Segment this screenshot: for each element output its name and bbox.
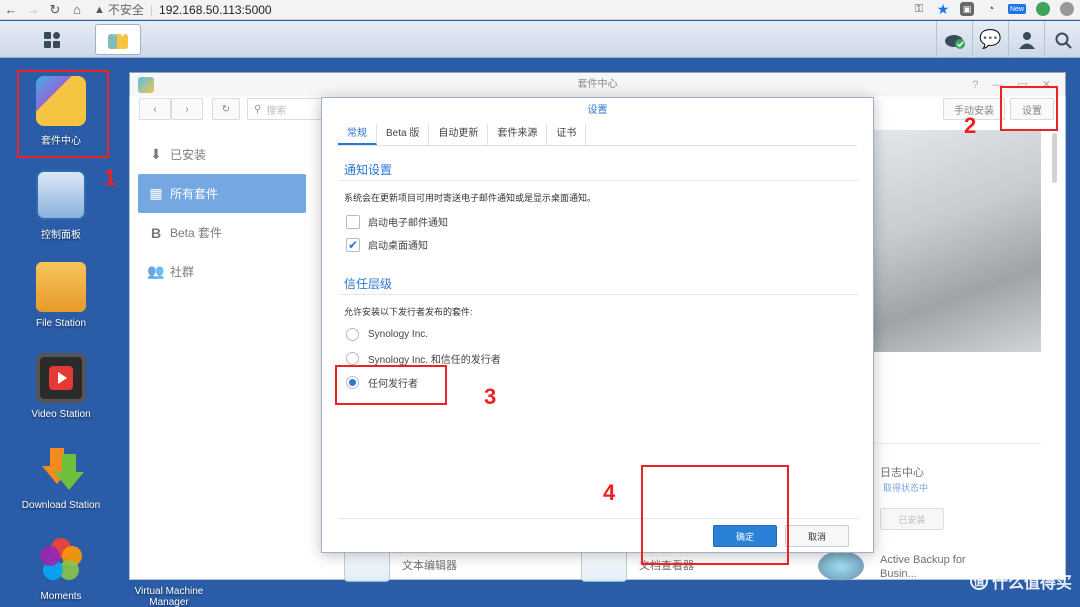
desktop-icon-label: Download Station: [21, 500, 101, 511]
desktop-icon-moments[interactable]: Moments: [8, 535, 114, 602]
desktop-icon-label: Virtual Machine Manager: [134, 586, 204, 607]
trust-description: 允许安装以下发行者发布的套件:: [344, 307, 473, 317]
dialog-title: 设置: [587, 105, 608, 116]
trust-option-trusted[interactable]: Synology Inc. 和信任的发行者: [346, 351, 501, 366]
package-center-taskbar-icon[interactable]: [95, 24, 141, 55]
new-badge-icon[interactable]: New: [1008, 4, 1026, 14]
home-icon[interactable]: ⌂: [66, 0, 88, 20]
checkmark-icon: ✔: [347, 237, 359, 252]
forward-icon[interactable]: →: [22, 0, 44, 20]
section-divider: [340, 180, 858, 181]
annotation-number-3: 3: [484, 384, 497, 409]
tab-beta[interactable]: Beta 版: [377, 124, 430, 145]
extension-icon[interactable]: ▣: [960, 2, 974, 16]
tab-general[interactable]: 常规: [338, 124, 377, 145]
desktop-notify-checkbox[interactable]: ✔: [346, 237, 360, 252]
option-label: Synology Inc.: [368, 329, 429, 340]
annotation-box-1: [17, 70, 109, 158]
security-label: 不安全: [107, 3, 144, 17]
help-icon[interactable]: ?: [972, 73, 978, 97]
trust-section-title: 信任层级: [344, 277, 393, 291]
settings-dialog: 设置 常规 Beta 版 自动更新 套件来源 证书 通知设置 系统会在更新项目可…: [321, 97, 874, 553]
tab-auto-update[interactable]: 自动更新: [429, 124, 489, 145]
folder-icon: [36, 262, 86, 312]
dsm-taskbar: 💬: [0, 21, 1080, 58]
email-notify-option[interactable]: 启动电子邮件通知: [346, 214, 448, 229]
reload-icon[interactable]: ↻: [44, 0, 66, 20]
chat-icon[interactable]: 💬: [972, 21, 1008, 58]
cancel-button[interactable]: 取消: [785, 525, 849, 547]
watermark-glyph: 值: [969, 572, 988, 590]
tab-package-source[interactable]: 套件来源: [488, 124, 548, 145]
url-text: 192.168.50.113:5000: [159, 2, 272, 17]
green-extension-icon[interactable]: [1036, 2, 1050, 16]
desktop-icon-virtual-machine-manager[interactable]: Virtual Machine Manager: [116, 586, 222, 607]
back-icon[interactable]: ←: [0, 0, 22, 20]
address-bar[interactable]: ▲ 不安全 | 192.168.50.113:5000: [94, 0, 272, 20]
desktop-icon-label: File Station: [35, 318, 87, 329]
option-label: 启动桌面通知: [368, 241, 428, 252]
notify-description: 系统会在更新项目可用时寄送电子邮件通知或是显示桌面通知。: [344, 193, 597, 203]
section-divider: [340, 294, 858, 295]
film-icon: [36, 353, 86, 403]
option-label: Synology Inc. 和信任的发行者: [368, 355, 501, 366]
package-center-icon: [138, 77, 154, 93]
window-titlebar[interactable]: 套件中心 ? — ▭ ✕: [130, 73, 1065, 97]
annotation-number-2: 2: [964, 113, 977, 138]
desktop-notify-option[interactable]: ✔ 启动桌面通知: [346, 237, 428, 252]
desktop-icon-video-station[interactable]: Video Station: [8, 353, 114, 420]
window-title: 套件中心: [577, 79, 618, 90]
option-label: 启动电子邮件通知: [368, 218, 448, 229]
browser-toolbar: ← → ↻ ⌂ ▲ 不安全 | 192.168.50.113:5000 ⚿ ★ …: [0, 0, 1080, 20]
search-icon[interactable]: [1044, 21, 1080, 58]
star-icon[interactable]: ★: [936, 1, 950, 17]
radio-trusted[interactable]: [346, 352, 359, 365]
sync-icon[interactable]: ◔: [984, 2, 998, 16]
desktop-icon-label: Moments: [40, 591, 82, 602]
desktop-icon-label: 控制面板: [41, 230, 81, 241]
desktop-icon-label: Video Station: [31, 409, 91, 420]
control-panel-icon: [36, 170, 86, 220]
moments-flower-icon: [36, 535, 86, 585]
taskbar-tray: 💬: [936, 21, 1080, 58]
warning-icon: ▲: [94, 3, 105, 16]
annotation-box-4: [641, 465, 789, 565]
notify-section-title: 通知设置: [344, 163, 393, 177]
download-arrow-icon: [36, 444, 86, 494]
desktop-icon-download-station[interactable]: Download Station: [8, 444, 114, 511]
annotation-box-2: [1000, 86, 1058, 131]
trust-option-synology[interactable]: Synology Inc.: [346, 328, 428, 341]
annotation-number-4: 4: [603, 480, 616, 505]
settings-tabs: 常规 Beta 版 自动更新 套件来源 证书: [338, 124, 857, 146]
desktop-icon-control-panel[interactable]: 控制面板: [8, 170, 114, 241]
cloud-status-icon[interactable]: [936, 21, 972, 58]
url-separator: |: [149, 2, 154, 17]
tab-certificate[interactable]: 证书: [547, 124, 587, 145]
email-notify-checkbox[interactable]: [346, 214, 360, 229]
desktop-icon-file-station[interactable]: File Station: [8, 262, 114, 329]
annotation-box-3: [335, 365, 447, 405]
watermark-text: 什么值得买: [991, 575, 1072, 592]
key-icon[interactable]: ⚿: [912, 2, 926, 16]
main-menu-icon[interactable]: [18, 26, 86, 54]
watermark: 值 什么值得买: [969, 569, 1072, 593]
extension-bar: ⚿ ★ ▣ ◔ New: [912, 1, 1074, 17]
user-icon[interactable]: [1008, 21, 1044, 58]
profile-icon[interactable]: [1060, 2, 1074, 16]
radio-synology[interactable]: [346, 328, 359, 341]
